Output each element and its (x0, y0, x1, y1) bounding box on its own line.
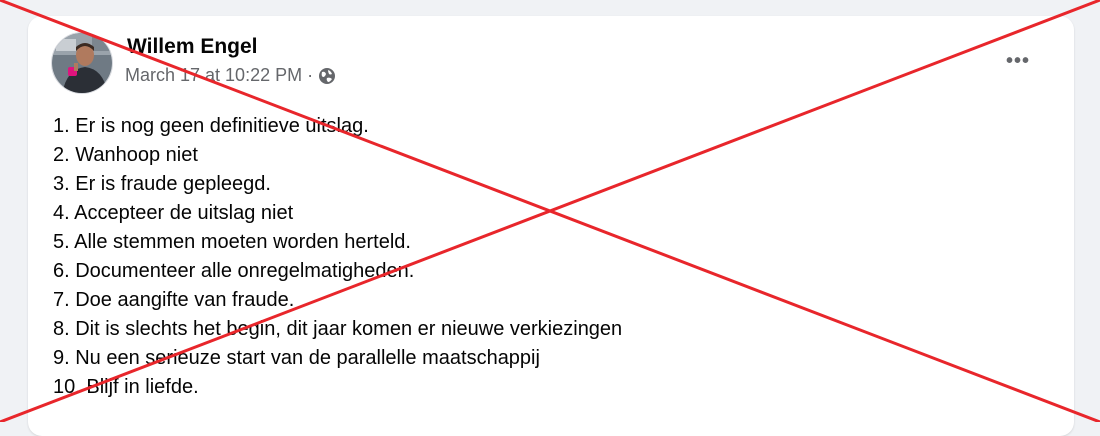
post-line: 8. Dit is slechts het begin, dit jaar ko… (53, 318, 623, 340)
post-line: 6. Documenteer alle onregelmatigheden. (53, 260, 415, 282)
post-line: 7. Doe aangifte van fraude. (53, 289, 295, 311)
post-line: 2. Wanhoop niet (53, 144, 198, 166)
meta-separator: · (307, 65, 314, 85)
post-line: 9. Nu een serieuze start van de parallel… (53, 347, 540, 369)
more-options-icon: ••• (1005, 50, 1030, 72)
more-options-button[interactable]: ••• (996, 46, 1040, 76)
author-name[interactable]: Willem Engel (127, 35, 258, 59)
avatar[interactable] (51, 32, 113, 94)
post-line: 10. Blijf in liefde. (53, 376, 199, 398)
post-text: 1. Er is nog geen definitieve uitslag. 2… (53, 112, 622, 402)
post-line: 4. Accepteer de uitslag niet (53, 202, 294, 224)
avatar-photo (52, 33, 112, 93)
post-meta: March 17 at 10:22 PM · (125, 65, 336, 86)
post-line: 3. Er is fraude gepleegd. (53, 173, 271, 195)
post-line: 1. Er is nog geen definitieve uitslag. (53, 115, 369, 137)
post-line: 5. Alle stemmen moeten worden herteld. (53, 231, 411, 253)
post-card: Willem Engel March 17 at 10:22 PM · ••• … (28, 16, 1074, 436)
post-timestamp[interactable]: March 17 at 10:22 PM (125, 65, 302, 86)
globe-icon[interactable] (318, 67, 336, 85)
